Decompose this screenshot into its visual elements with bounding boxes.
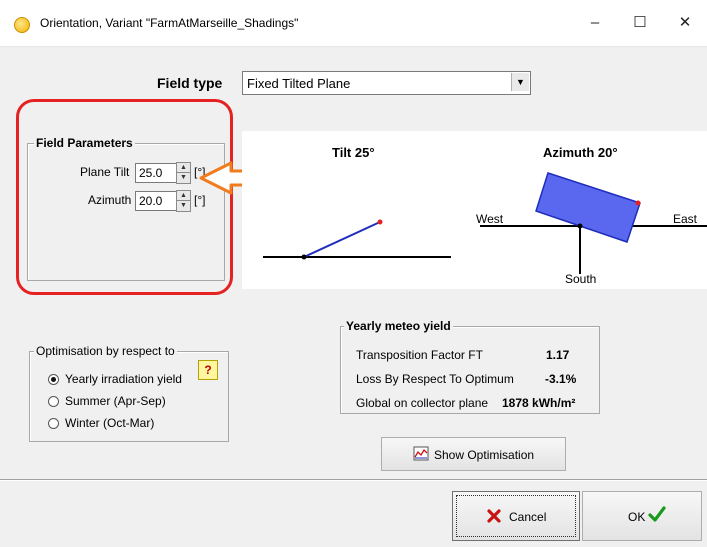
red-x-icon <box>487 509 501 523</box>
title-bar: Orientation, Variant "FarmAtMarseille_Sh… <box>0 0 707 47</box>
optimisation-title: Optimisation by respect to <box>34 344 177 358</box>
transposition-label: Transposition Factor FT <box>356 348 483 362</box>
tilt-pivot-point <box>301 254 307 260</box>
show-optimisation-button[interactable]: Show Optimisation <box>381 437 566 471</box>
cancel-button[interactable]: Cancel <box>452 491 580 541</box>
highlight-annotation <box>16 99 233 295</box>
ok-button[interactable]: OK <box>582 491 702 541</box>
loss-value: -3.1% <box>545 372 577 386</box>
minimize-button[interactable]: – <box>575 8 615 38</box>
field-type-label: Field type <box>157 75 223 91</box>
global-collector-label: Global on collector plane <box>356 396 489 410</box>
south-label: South <box>565 272 597 286</box>
west-label: West <box>476 212 504 226</box>
loss-label: Loss By Respect To Optimum <box>356 372 514 386</box>
window-title: Orientation, Variant "FarmAtMarseille_Sh… <box>40 16 299 30</box>
radio-yearly-label: Yearly irradiation yield <box>65 372 182 386</box>
radio-winter-label: Winter (Oct-Mar) <box>65 416 155 430</box>
tilt-edge-point <box>377 219 383 225</box>
meteo-yield-title: Yearly meteo yield <box>344 319 453 333</box>
field-type-select[interactable]: Fixed Tilted Plane ▼ <box>242 71 531 95</box>
tilt-plane-line <box>303 221 381 258</box>
global-collector-value: 1878 kWh/m² <box>502 396 576 410</box>
radio-winter-indicator[interactable] <box>48 418 59 429</box>
chart-icon <box>413 446 429 461</box>
azimuth-pivot-point <box>577 223 583 229</box>
field-type-value: Fixed Tilted Plane <box>247 76 351 91</box>
sun-icon <box>14 17 30 33</box>
radio-summer-label: Summer (Apr-Sep) <box>65 394 166 408</box>
maximize-button[interactable]: ☐ <box>620 8 660 38</box>
close-button[interactable]: ✕ <box>665 8 705 38</box>
show-optimisation-label: Show Optimisation <box>434 448 535 462</box>
radio-summer-indicator[interactable] <box>48 396 59 407</box>
transposition-value: 1.17 <box>546 348 570 362</box>
cancel-label: Cancel <box>509 510 547 524</box>
bottom-divider-highlight <box>0 480 707 481</box>
green-check-icon <box>648 506 666 522</box>
radio-yearly-indicator[interactable] <box>48 374 59 385</box>
east-label: East <box>673 212 698 226</box>
azimuth-plane-shape <box>535 172 641 243</box>
orientation-drawing <box>263 172 707 274</box>
azimuth-edge-point <box>635 200 641 206</box>
ok-label: OK <box>628 510 646 524</box>
help-button[interactable]: ? <box>198 360 218 380</box>
chevron-down-icon[interactable]: ▼ <box>511 73 529 91</box>
